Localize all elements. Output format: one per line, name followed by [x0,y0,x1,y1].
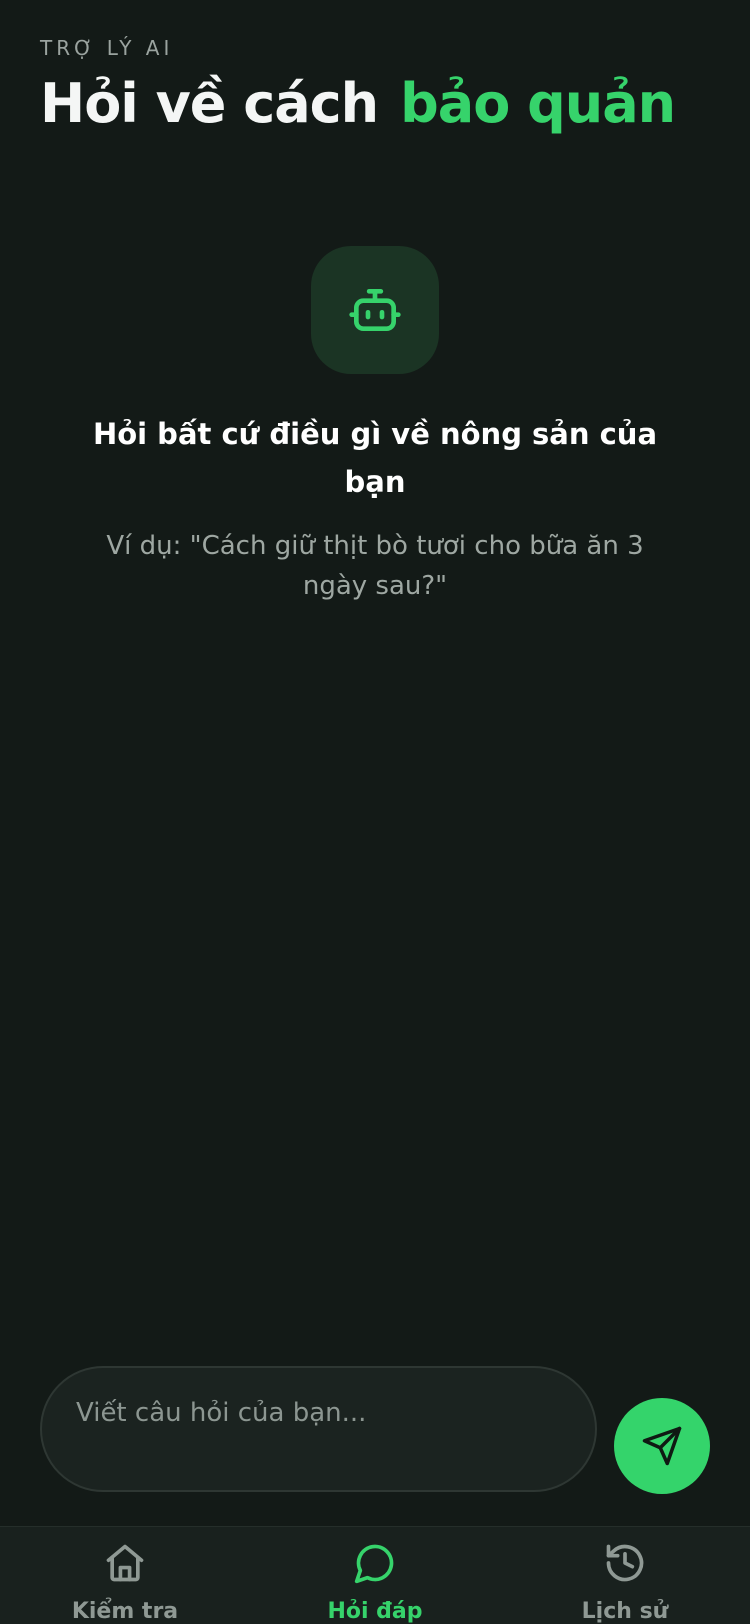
send-icon [642,1426,682,1466]
empty-state: Hỏi bất cứ điều gì về nông sản của bạn V… [0,246,750,606]
tab-hoi-dap[interactable]: Hỏi đáp [250,1527,500,1624]
tab-kiem-tra[interactable]: Kiểm tra [0,1527,250,1624]
question-composer [40,1366,597,1492]
app-screen: TRỢ LÝ AI Hỏi về cách bảo quản Hỏi bất cứ… [0,0,750,1624]
send-button[interactable] [614,1398,710,1494]
bottom-tab-bar: Kiểm tra Hỏi đáp Lịch sử [0,1526,750,1624]
page-title: Hỏi về cách bảo quản [40,68,720,140]
tab-label: Kiểm tra [71,1599,179,1624]
tab-label: Hỏi đáp [327,1599,423,1624]
title-plain: Hỏi về cách [40,72,379,135]
page-header: TRỢ LÝ AI Hỏi về cách bảo quản [40,34,720,140]
history-icon [606,1544,644,1582]
tab-lich-su[interactable]: Lịch sử [500,1527,750,1624]
home-icon [106,1544,144,1582]
tab-label: Lịch sử [581,1599,669,1624]
chat-bubble-icon [354,1544,394,1584]
title-accent: bảo quản [400,72,676,135]
robot-icon [349,289,401,331]
empty-state-hint: Ví dụ: "Cách giữ thịt bò tươi cho bữa ăn… [106,531,644,601]
section-eyebrow: TRỢ LÝ AI [40,36,174,60]
question-input[interactable] [74,1390,558,1436]
bot-avatar-tile [311,246,439,374]
empty-state-title: Hỏi bất cứ điều gì về nông sản của bạn [92,417,658,499]
